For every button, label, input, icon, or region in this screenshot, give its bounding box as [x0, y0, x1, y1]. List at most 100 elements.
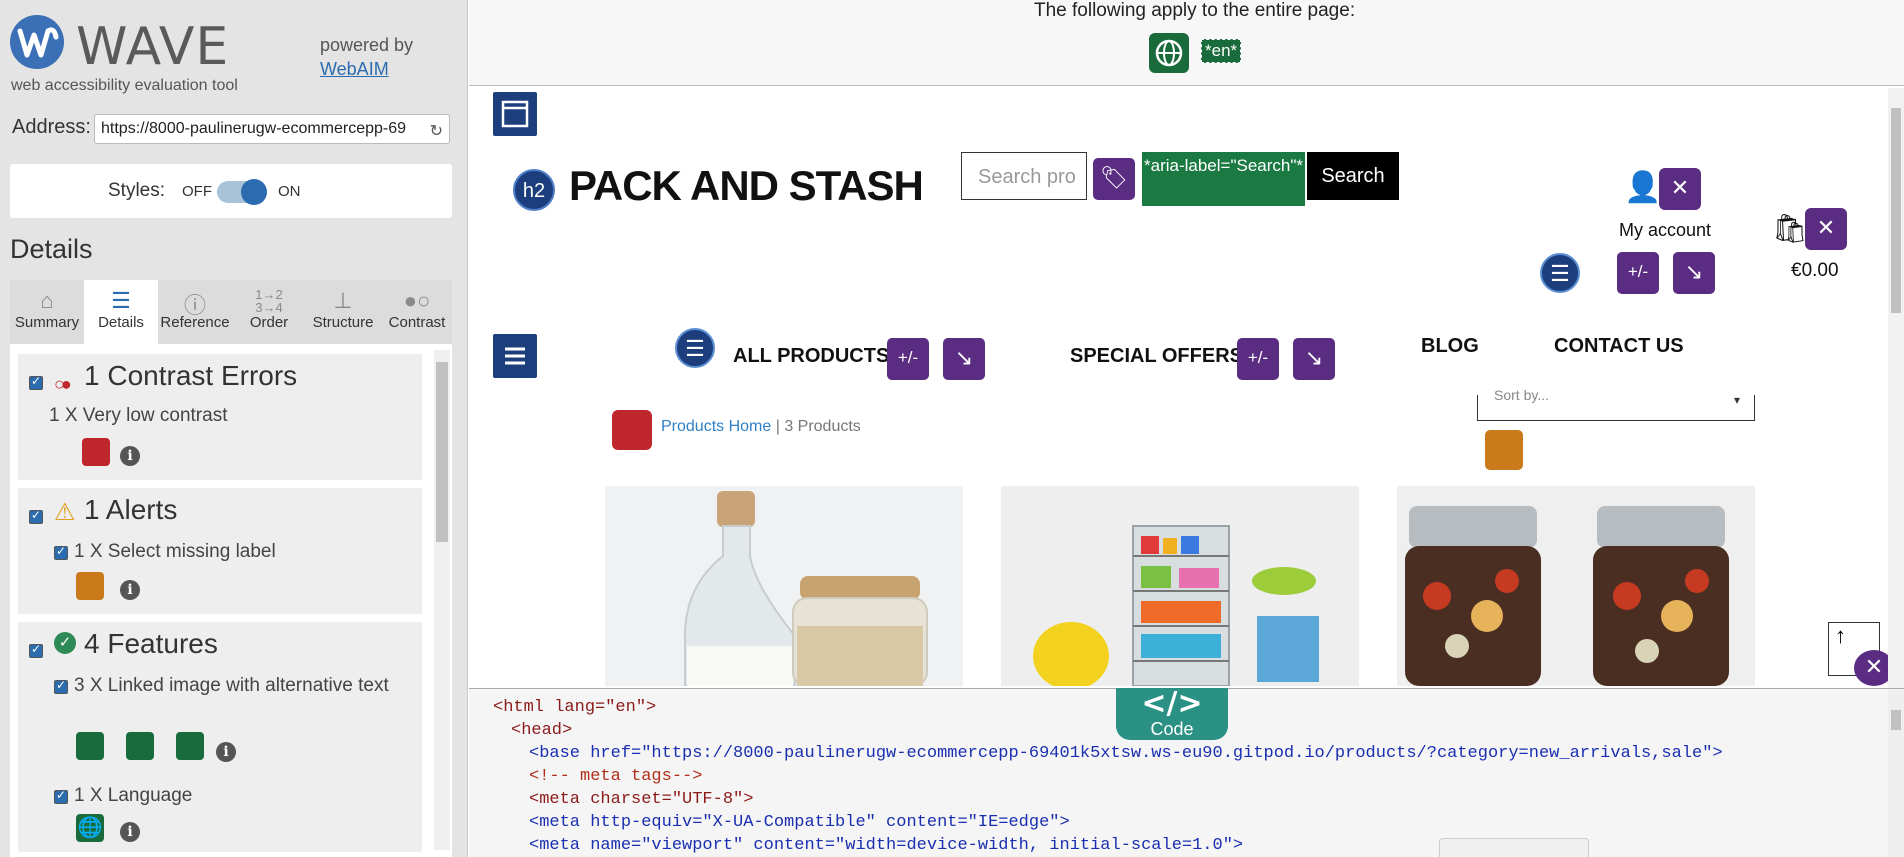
styles-on-label: ON [278, 183, 301, 200]
aria-hidden-icon[interactable]: ✕ [1659, 168, 1701, 210]
language-marker-icon[interactable]: 🌐 [76, 814, 104, 842]
aria-expanded-icon[interactable]: +/- [887, 338, 929, 380]
search-button[interactable]: Search [1307, 152, 1399, 200]
contrast-errors-checkbox[interactable] [29, 374, 43, 390]
select-missing-label-alert-icon[interactable] [1485, 430, 1523, 470]
aria-popup-icon[interactable]: ↘ [943, 338, 985, 380]
code-scroll-thumb[interactable] [1891, 710, 1901, 730]
language-checkbox[interactable] [54, 788, 68, 804]
alerts-checkbox[interactable] [29, 508, 43, 524]
arrow-up-icon: ↑ [1835, 623, 1846, 648]
alerts-title: 1 Alerts [84, 494, 178, 525]
product-image-food-jars[interactable] [1397, 486, 1755, 686]
header-region-icon[interactable] [493, 92, 537, 136]
linked-image-marker-icon[interactable] [126, 732, 154, 760]
aria-hidden-icon[interactable]: ✕ [1805, 208, 1847, 250]
linked-image-marker-icon[interactable] [176, 732, 204, 760]
cart-total[interactable]: €0.00 [1791, 260, 1839, 282]
user-icon[interactable]: 👤 [1624, 170, 1661, 205]
navigation-region-icon[interactable] [493, 334, 537, 378]
webaim-link[interactable]: WebAIM [320, 59, 389, 79]
tab-order[interactable]: 1→2 3→4 Order [232, 280, 306, 344]
product-image-toy-storage[interactable] [1001, 486, 1359, 686]
code-icon: </> [1141, 686, 1203, 721]
breadcrumb-separator: | [771, 418, 785, 435]
details-panel: ○● 1 Contrast Errors 1 X Very low contra… [10, 344, 452, 857]
panel-scroll-thumb[interactable] [436, 362, 448, 542]
select-missing-label-marker-icon[interactable] [76, 572, 104, 600]
aria-label-tag: *aria-label="Search"* [1142, 152, 1305, 206]
alerts-section: ⚠ 1 Alerts 1 X Select missing label i [18, 488, 422, 614]
mini-toolbar[interactable] [1439, 838, 1589, 857]
page-scroll-thumb[interactable] [1891, 108, 1901, 313]
sidebar-tabs: ⌂ Summary ☰ Details ⓘ Reference 1→2 3→4 O… [10, 280, 452, 344]
address-label: Address: [12, 116, 91, 138]
styles-toggle-box: Styles: OFF ON [10, 164, 452, 218]
code-line: <base href="https://8000-paulinerugw-eco… [529, 744, 1723, 763]
address-input[interactable]: https://8000-paulinerugw-ecommercepp-69 … [94, 114, 450, 144]
nav-blog[interactable]: BLOG [1421, 335, 1479, 358]
order-icon: 1→2 3→4 [255, 287, 283, 315]
info-icon[interactable]: i [216, 742, 236, 762]
nav-contact-us[interactable]: CONTACT US [1554, 335, 1684, 358]
globe-icon[interactable] [1149, 33, 1189, 73]
very-low-contrast-item[interactable]: 1 X Very low contrast [49, 402, 227, 429]
linked-image-alt-item[interactable]: 3 X Linked image with alternative text [49, 672, 399, 699]
aria-expanded-icon[interactable]: +/- [1237, 338, 1279, 380]
info-icon[interactable]: i [120, 822, 140, 842]
code-toggle-button[interactable]: </> Code [1116, 688, 1228, 740]
contrast-errors-section: ○● 1 Contrast Errors 1 X Very low contra… [18, 354, 422, 480]
tab-details-label: Details [98, 314, 144, 331]
select-missing-label-checkbox[interactable] [54, 544, 68, 560]
address-value: https://8000-paulinerugw-ecommercepp-69 [101, 120, 407, 137]
tab-contrast[interactable]: ●○ Contrast [380, 280, 454, 344]
breadcrumb-products-home[interactable]: Products Home [661, 418, 771, 435]
select-missing-label-item[interactable]: 1 X Select missing label [74, 538, 276, 565]
nav-special-offers[interactable]: SPECIAL OFFERS [1070, 345, 1243, 368]
info-icon[interactable]: i [120, 580, 140, 600]
feature-check-icon: ✓ [54, 632, 76, 654]
linked-image-marker-icon[interactable] [76, 732, 104, 760]
list-icon: ☰ [111, 288, 131, 313]
tab-summary[interactable]: ⌂ Summary [10, 280, 84, 344]
aria-expanded-icon[interactable]: +/- [1617, 252, 1659, 294]
list-icon[interactable]: ☰ [675, 328, 715, 368]
contrast-error-marker-icon[interactable] [82, 438, 110, 466]
code-scrollbar[interactable] [1888, 690, 1904, 857]
panel-scrollbar[interactable] [434, 350, 450, 850]
wave-logo-icon [10, 15, 64, 69]
aria-popup-icon[interactable]: ↘ [1673, 252, 1715, 294]
page-scrollbar[interactable] [1888, 88, 1904, 688]
list-icon[interactable]: ☰ [1540, 253, 1580, 293]
code-line: <meta charset="UTF-8"> [529, 790, 754, 809]
nav-all-products[interactable]: ALL PRODUCTS [733, 345, 889, 368]
tag-icon[interactable]: 🏷 [1093, 158, 1135, 200]
language-item[interactable]: 1 X Language [74, 782, 192, 809]
info-icon[interactable]: i [120, 446, 140, 466]
alert-warning-icon: ⚠ [54, 499, 76, 526]
features-checkbox[interactable] [29, 642, 43, 658]
my-account-link[interactable]: My account [1619, 220, 1711, 241]
refresh-icon[interactable]: ↻ [430, 121, 443, 141]
brand-title[interactable]: PACK AND STASH [569, 162, 924, 210]
code-line: <meta http-equiv="X-UA-Compatible" conte… [529, 813, 1070, 832]
styles-toggle[interactable] [217, 179, 267, 205]
product-image-bottles[interactable] [605, 486, 963, 686]
h2-heading-icon[interactable]: h2 [513, 169, 555, 211]
search-input[interactable]: Search pro [961, 152, 1087, 200]
aria-popup-icon[interactable]: ↘ [1293, 338, 1335, 380]
tab-structure[interactable]: ⊥ Structure [306, 280, 380, 344]
tab-summary-label: Summary [14, 314, 80, 331]
tab-details[interactable]: ☰ Details [84, 280, 158, 344]
wave-sidebar: WAVE web accessibility evaluation tool p… [0, 0, 468, 857]
tab-reference-label: Reference [160, 314, 230, 331]
code-line: <html lang="en"> [493, 698, 657, 717]
contrast-error-icon[interactable] [612, 410, 652, 450]
features-section: ✓ 4 Features 3 X Linked image with alter… [18, 622, 422, 852]
structure-icon: ⊥ [333, 288, 353, 313]
tab-reference[interactable]: ⓘ Reference [158, 280, 232, 344]
contrast-errors-title: 1 Contrast Errors [84, 360, 298, 391]
sort-select[interactable]: Sort by... ▾ [1477, 387, 1755, 421]
details-heading: Details [10, 234, 93, 264]
shopping-bag-icon[interactable]: 🛍 [1772, 212, 1808, 245]
